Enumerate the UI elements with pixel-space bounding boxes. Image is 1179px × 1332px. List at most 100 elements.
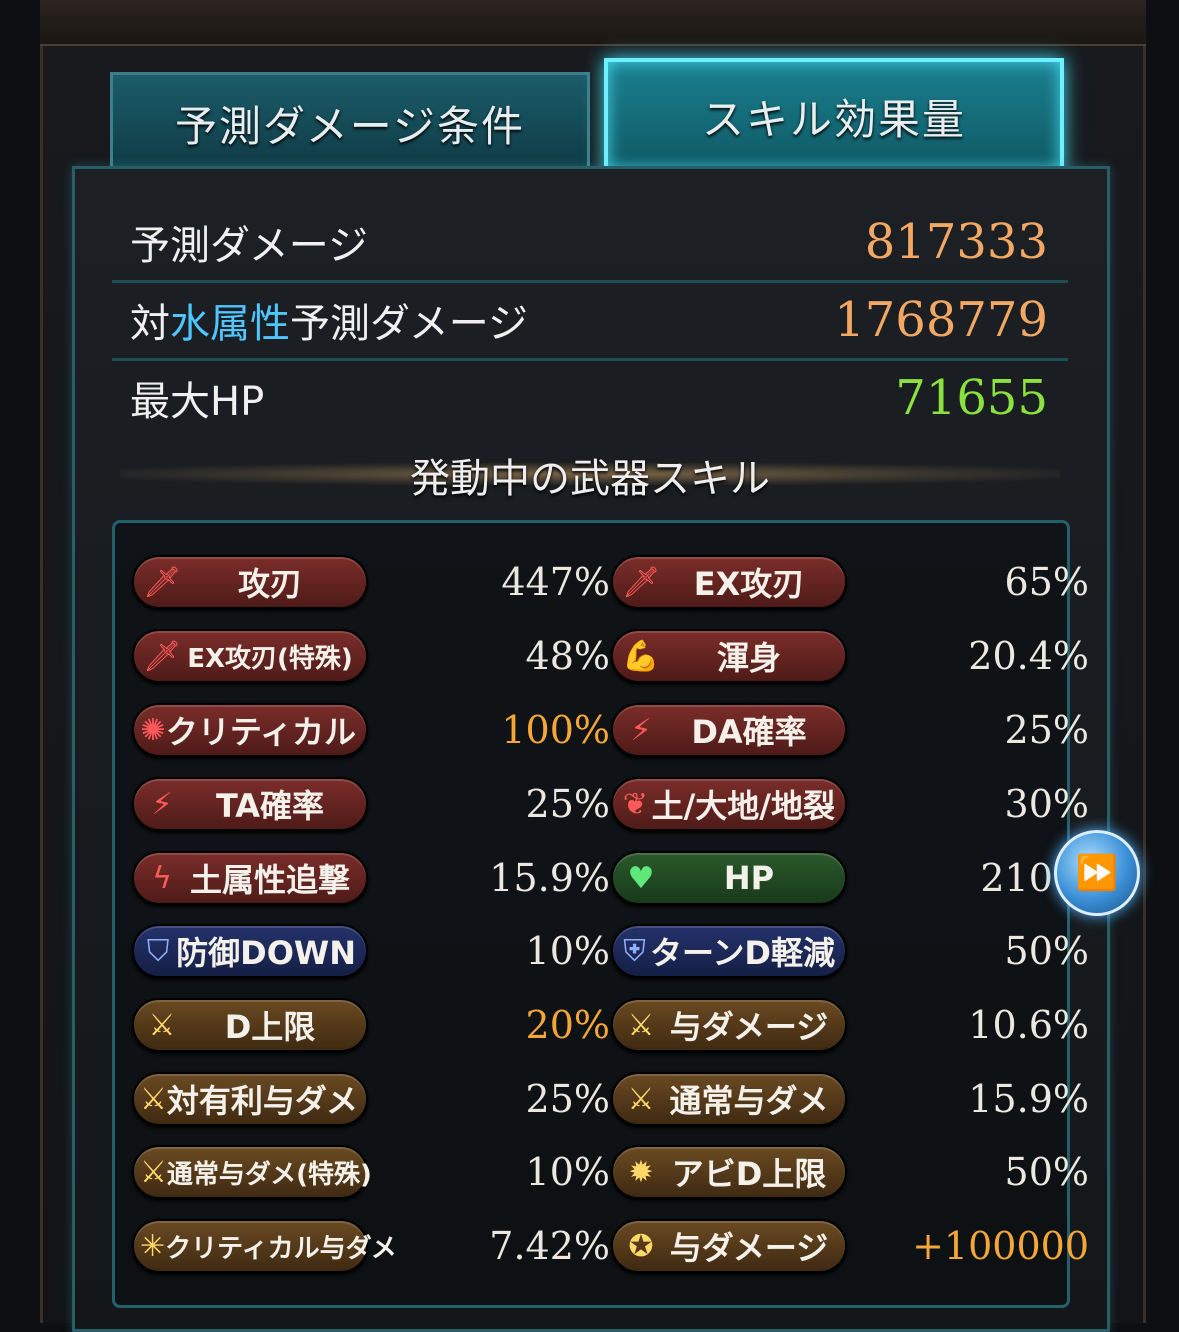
skill-item: ✹ アビD上限 50% xyxy=(611,1143,1089,1201)
sword-burst-icon: ⚔ xyxy=(140,1154,167,1190)
skill-item: ⚔ 通常与ダメ 15.9% xyxy=(611,1070,1089,1128)
skill-label: 与ダメージ xyxy=(669,1229,829,1267)
skill-badge: 🗡 攻刃 xyxy=(132,555,368,609)
skill-label: HP xyxy=(723,859,775,897)
skill-badge: 🗡 EX攻刃(特殊) xyxy=(132,629,368,683)
lightning-icon: ϟ xyxy=(152,860,172,896)
skill-item: 💪 渾身 20.4% xyxy=(611,627,1089,685)
skill-item: ✪ 与ダメージ +100000 xyxy=(611,1217,1089,1275)
skill-label: EX攻刃 xyxy=(693,565,805,603)
skill-item: ⚡ DA確率 25% xyxy=(611,701,1089,759)
sword-burst-icon: ⚔ xyxy=(627,1007,655,1043)
skill-label: EX攻刃(特殊) xyxy=(187,643,353,674)
skill-label: 土属性追撃 xyxy=(189,861,350,899)
skill-label: 通常与ダメ(特殊) xyxy=(166,1159,372,1190)
heart-icon: ♥ xyxy=(627,860,655,896)
skill-label: 防御DOWN xyxy=(176,934,356,972)
skill-badge: ⚔ 通常与ダメ xyxy=(611,1072,847,1126)
water-damage-value: 1768779 xyxy=(834,292,1048,348)
water-label-prefix: 対 xyxy=(130,301,170,347)
predicted-damage-row: 予測ダメージ 817333 xyxy=(112,204,1068,283)
skill-value: 15.9% xyxy=(489,856,610,900)
skill-badge: ϟ 土属性追撃 xyxy=(132,851,368,905)
broken-shield-icon: ⛉ xyxy=(146,933,170,969)
skill-label: TA確率 xyxy=(215,787,325,825)
skill-item: ⚔ 通常与ダメ(特殊) 10% xyxy=(132,1143,610,1201)
water-element-label: 水属性 xyxy=(170,301,290,347)
sword-icon: 🗡 xyxy=(142,564,182,600)
skill-badge: ⚡ TA確率 xyxy=(132,777,368,831)
skill-badge: ⚡ DA確率 xyxy=(611,703,847,757)
skill-label: 土/大地/地裂 xyxy=(651,787,835,825)
skill-item: ♥ HP 210% xyxy=(611,849,1089,907)
skill-badge: ✹ アビD上限 xyxy=(611,1145,847,1199)
skill-value: 10% xyxy=(525,1150,610,1194)
sword-burst-icon: ⚔ xyxy=(140,1081,167,1117)
skill-value: 25% xyxy=(1004,708,1089,752)
sparkle-icon: ✳ xyxy=(140,1228,166,1264)
skill-item: ⚔ D上限 20% xyxy=(132,996,610,1054)
burst-icon: ✺ xyxy=(140,712,166,748)
triple-strike-icon: ⚡ xyxy=(151,786,173,822)
skill-value: 15.9% xyxy=(968,1077,1089,1121)
skill-badge: ⚔ 与ダメージ xyxy=(611,998,847,1052)
skill-badge: ❦ 土/大地/地裂 xyxy=(611,777,847,831)
skill-value: 10.6% xyxy=(968,1003,1089,1047)
skill-label: 対有利与ダメ xyxy=(166,1082,358,1120)
shield-icon: ⛨ xyxy=(623,933,646,969)
feather-icon: ❦ xyxy=(622,786,648,822)
skill-badge: ⛨ ターンD軽減 xyxy=(611,924,847,978)
skill-item: 🗡 攻刃 447% xyxy=(132,553,610,611)
skill-badge: 🗡 EX攻刃 xyxy=(611,555,847,609)
double-strike-icon: ⚡ xyxy=(630,712,652,748)
skill-label: ターンD軽減 xyxy=(650,934,835,972)
skill-value: +100000 xyxy=(912,1224,1089,1268)
skill-badge: ⛉ 防御DOWN xyxy=(132,924,368,978)
skill-item: ⛉ 防御DOWN 10% xyxy=(132,922,610,980)
skill-label: クリティカル xyxy=(165,713,356,751)
skill-value: 50% xyxy=(1004,929,1089,973)
sword-icon: 🗡 xyxy=(142,638,182,674)
ring-icon: ✪ xyxy=(628,1228,654,1264)
skill-badge: ♥ HP xyxy=(611,851,847,905)
skill-item: ✳ クリティカル与ダメ 7.42% xyxy=(132,1217,610,1275)
skill-item: ❦ 土/大地/地裂 30% xyxy=(611,775,1089,833)
skill-value: 48% xyxy=(525,634,610,678)
skill-label: 通常与ダメ xyxy=(669,1082,829,1120)
skill-item: ⚡ TA確率 25% xyxy=(132,775,610,833)
next-page-button[interactable]: ⏩ xyxy=(1054,830,1140,916)
water-damage-label: 対水属性予測ダメージ xyxy=(112,291,528,349)
skill-item: ✺ クリティカル 100% xyxy=(132,701,610,759)
skill-value: 20% xyxy=(525,1003,610,1047)
max-hp-label: 最大HP xyxy=(130,379,265,425)
skill-item: ⚔ 対有利与ダメ 25% xyxy=(132,1070,610,1128)
active-weapon-skills-title: 発動中の武器スキル xyxy=(410,456,770,502)
skill-label: 渾身 xyxy=(716,639,781,677)
gear-burst-icon: ✹ xyxy=(628,1154,654,1190)
skill-item: 🗡 EX攻刃(特殊) 48% xyxy=(132,627,610,685)
skill-label: 与ダメージ xyxy=(669,1008,829,1046)
frame-top-bar xyxy=(40,0,1146,46)
skill-label: アビD上限 xyxy=(671,1155,827,1193)
skill-badge: ⚔ 通常与ダメ(特殊) xyxy=(132,1145,372,1199)
skill-value: 65% xyxy=(1004,560,1089,604)
skill-badge: ✺ クリティカル xyxy=(132,703,368,757)
tab-damage-conditions[interactable]: 予測ダメージ条件 xyxy=(110,72,590,171)
skill-value: 20.4% xyxy=(968,634,1089,678)
sword-burst-icon: ⚔ xyxy=(148,1007,176,1043)
max-hp-value: 71655 xyxy=(895,370,1048,426)
skill-badge: ✳ クリティカル与ダメ xyxy=(132,1219,397,1273)
tab-skill-effects[interactable]: スキル効果量 xyxy=(604,58,1064,174)
skill-label: DA確率 xyxy=(691,713,807,751)
skill-badge: ⚔ D上限 xyxy=(132,998,368,1052)
predicted-damage-label: 予測ダメージ xyxy=(130,223,368,269)
skill-value: 25% xyxy=(525,782,610,826)
max-hp-row: 最大HP 71655 xyxy=(112,360,1068,436)
skill-value: 30% xyxy=(1004,782,1089,826)
skill-value: 25% xyxy=(525,1077,610,1121)
skill-value: 210% xyxy=(980,856,1089,900)
skill-value: 447% xyxy=(501,560,610,604)
skill-value: 100% xyxy=(501,708,610,752)
skill-item: ⚔ 与ダメージ 10.6% xyxy=(611,996,1089,1054)
skill-value: 10% xyxy=(525,929,610,973)
